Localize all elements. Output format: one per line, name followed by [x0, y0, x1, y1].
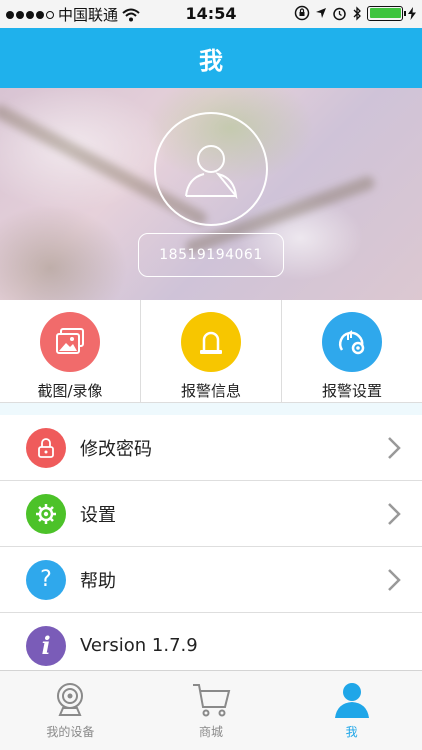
menu-item-label: 修改密码 [80, 438, 152, 460]
info-icon: i [41, 631, 51, 660]
menu-item-change-password[interactable]: 修改密码 [0, 415, 422, 481]
tab-label: 商城 [199, 725, 224, 739]
info-icon-circle: i [26, 625, 66, 666]
quick-action-label: 报警设置 [321, 382, 382, 400]
battery-fill [369, 8, 401, 18]
location-icon [316, 8, 326, 18]
alarm-settings-icon [338, 330, 365, 355]
user-icon [334, 683, 369, 718]
gear-icon [36, 503, 56, 524]
tab-label: 我的设备 [46, 725, 95, 739]
profile-header: 18519194061 [0, 88, 422, 300]
nav-bar: 我 [0, 28, 422, 88]
battery-icon [367, 5, 406, 21]
tab-store[interactable]: 商城 [141, 671, 282, 750]
tab-bar: 我的设备 商城 我 [0, 670, 422, 750]
user-silhouette-icon [185, 145, 238, 200]
photo-icon [56, 328, 84, 354]
settings-list: 修改密码 设置 ? 帮助 i Version 1.7.9 [0, 415, 422, 679]
alarm-light-icon [200, 331, 222, 354]
chevron-right-icon [388, 503, 401, 525]
lock-icon [38, 437, 54, 458]
gear-icon-circle [26, 493, 66, 534]
tab-my-devices[interactable]: 我的设备 [0, 671, 141, 750]
status-bar: 中国联通 14:54 [0, 0, 422, 28]
section-divider [0, 403, 422, 415]
chevron-right-icon [388, 569, 401, 591]
version-label: Version 1.7.9 [80, 635, 198, 656]
rotation-lock-icon [294, 5, 310, 21]
avatar[interactable] [154, 112, 268, 226]
camera-icon [57, 683, 84, 716]
quick-action-snapshot[interactable]: 截图/录像 [0, 300, 141, 402]
tab-me[interactable]: 我 [281, 671, 422, 750]
tab-label: 我 [345, 725, 358, 739]
question-icon-circle: ? [26, 559, 66, 600]
question-icon: ? [40, 567, 52, 592]
page-title: 我 [199, 46, 223, 75]
menu-item-label: 帮助 [80, 570, 116, 592]
menu-item-help[interactable]: ? 帮助 [0, 547, 422, 613]
quick-action-label: 报警信息 [180, 382, 241, 400]
chevron-right-icon [388, 437, 401, 459]
charging-icon [408, 6, 416, 20]
quick-action-label: 截图/录像 [37, 382, 103, 400]
alarm-settings-icon-circle [322, 312, 382, 372]
quick-action-alarm-info[interactable]: 报警信息 [141, 300, 282, 402]
bluetooth-icon [353, 5, 361, 21]
menu-item-settings[interactable]: 设置 [0, 481, 422, 547]
menu-item-label: 设置 [80, 504, 116, 526]
snapshot-icon-circle [40, 312, 100, 372]
alarm-clock-icon [333, 7, 346, 20]
phone-number-box[interactable]: 18519194061 [138, 233, 284, 277]
cart-icon [193, 684, 231, 717]
lock-icon-circle [26, 427, 66, 468]
status-right [294, 5, 416, 21]
alarm-info-icon-circle [181, 312, 241, 372]
phone-number: 18519194061 [159, 247, 263, 263]
quick-action-alarm-settings[interactable]: 报警设置 [282, 300, 422, 402]
quick-actions: 截图/录像 报警信息 报警设置 [0, 300, 422, 403]
